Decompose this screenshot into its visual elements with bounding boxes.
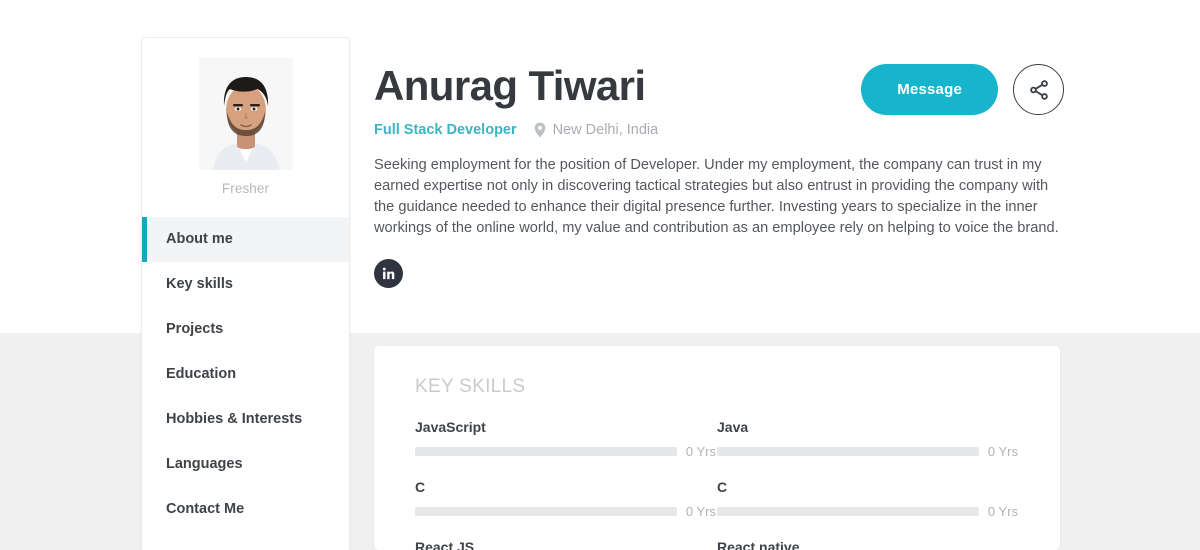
sidebar-nav: About me Key skills Projects Education H… <box>142 217 349 532</box>
skill-progress-track <box>415 507 677 516</box>
share-button[interactable] <box>1013 64 1064 115</box>
job-title: Full Stack Developer <box>374 122 517 138</box>
header-actions: Message <box>861 64 1064 115</box>
skill-years-label: 0 Yrs <box>987 504 1018 519</box>
skill-name: C <box>717 479 728 495</box>
sidebar-item-label: Hobbies & Interests <box>166 411 303 427</box>
skill-name: React native <box>717 539 800 550</box>
skill-item: Java 0 Yrs <box>717 419 1018 459</box>
sidebar-item-about-me[interactable]: About me <box>142 217 349 262</box>
sidebar-item-projects[interactable]: Projects <box>142 307 349 352</box>
skill-progress-track <box>717 447 979 456</box>
message-button[interactable]: Message <box>861 64 998 115</box>
skill-item: C 0 Yrs <box>717 479 1018 519</box>
profile-sidebar: Fresher About me Key skills Projects Edu… <box>141 37 350 550</box>
skill-progress-track <box>415 447 677 456</box>
sidebar-item-label: Key skills <box>166 276 233 292</box>
skill-years-label: 0 Yrs <box>987 444 1018 459</box>
skill-bar-row: 0 Yrs <box>415 444 716 459</box>
name-row: Anurag Tiwari Message <box>374 58 1064 115</box>
avatar <box>198 58 293 170</box>
skill-name: JavaScript <box>415 419 486 435</box>
subtitle-row: Full Stack Developer New Delhi, India <box>374 120 1064 140</box>
sidebar-item-label: Contact Me <box>166 501 245 517</box>
skill-item: C 0 Yrs <box>415 479 716 519</box>
share-icon <box>1029 79 1048 100</box>
map-pin-icon <box>534 122 546 138</box>
social-links <box>374 259 1064 288</box>
sidebar-item-languages[interactable]: Languages <box>142 442 349 487</box>
skill-bar-row: 0 Yrs <box>717 444 1018 459</box>
skill-progress-track <box>717 507 979 516</box>
skill-item: React native 0 Yrs <box>717 539 1018 550</box>
key-skills-card: KEY SKILLS JavaScript 0 Yrs Java 0 Yrs C <box>374 346 1060 550</box>
profile-header: Anurag Tiwari Message Full Stack Develop… <box>374 58 1064 288</box>
skill-name: React JS <box>415 539 475 550</box>
sidebar-item-hobbies-interests[interactable]: Hobbies & Interests <box>142 397 349 442</box>
linkedin-icon[interactable] <box>374 259 403 288</box>
sidebar-item-key-skills[interactable]: Key skills <box>142 262 349 307</box>
skill-bar-row: 0 Yrs <box>717 504 1018 519</box>
linkedin-glyph <box>382 267 395 280</box>
key-skills-grid: JavaScript 0 Yrs Java 0 Yrs C 0 Yrs C 0 … <box>415 419 1025 550</box>
avatar-image <box>198 58 293 170</box>
sidebar-item-label: Languages <box>166 456 243 472</box>
sidebar-item-label: Education <box>166 366 237 382</box>
sidebar-item-label: Projects <box>166 321 224 337</box>
skill-item: JavaScript 0 Yrs <box>415 419 716 459</box>
sidebar-item-education[interactable]: Education <box>142 352 349 397</box>
skill-years-label: 0 Yrs <box>685 504 716 519</box>
skill-years-label: 0 Yrs <box>685 444 716 459</box>
sidebar-item-label: About me <box>166 231 233 247</box>
sidebar-item-contact-me[interactable]: Contact Me <box>142 487 349 532</box>
location: New Delhi, India <box>534 122 659 138</box>
skill-item: React JS 0 Yrs <box>415 539 716 550</box>
skill-bar-row: 0 Yrs <box>415 504 716 519</box>
experience-status-label: Fresher <box>221 181 270 196</box>
skill-name: Java <box>717 419 749 435</box>
skill-name: C <box>415 479 426 495</box>
location-text: New Delhi, India <box>552 122 659 138</box>
bio-text: Seeking employment for the position of D… <box>374 157 1059 236</box>
key-skills-heading: KEY SKILLS <box>415 376 526 397</box>
